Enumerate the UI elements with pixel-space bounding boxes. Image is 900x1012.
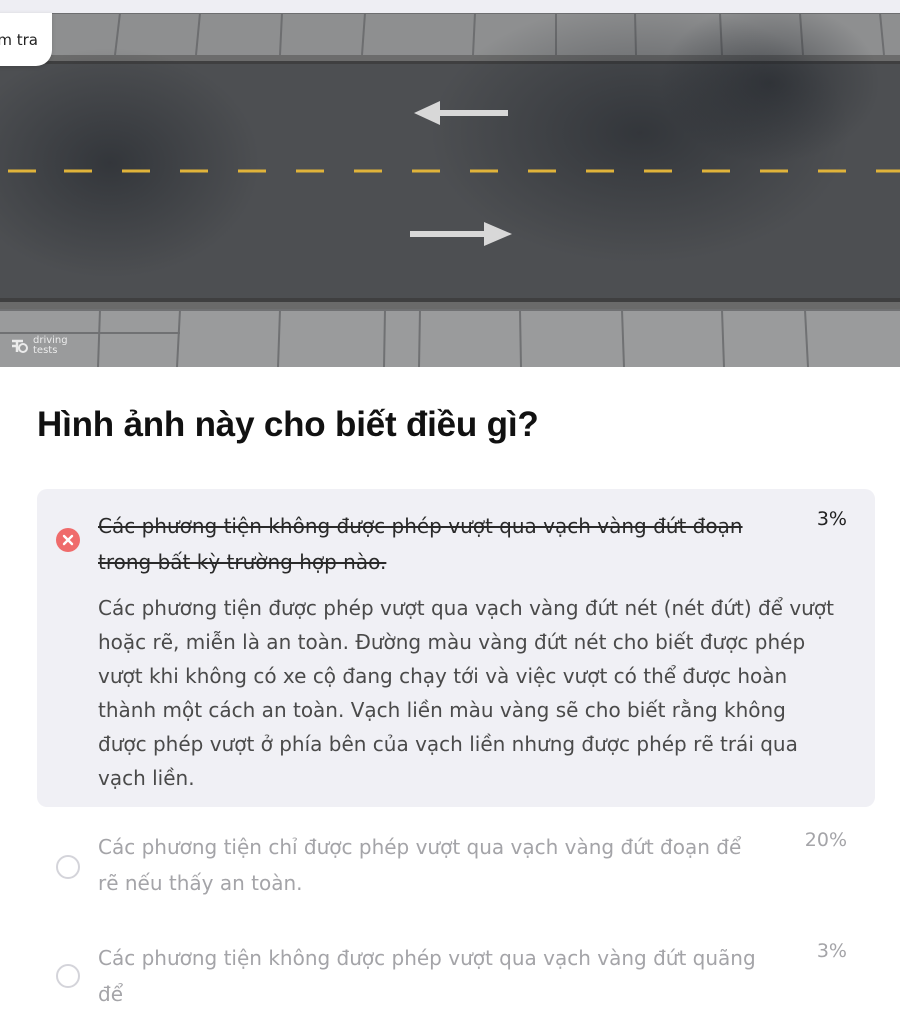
back-label: m tra	[0, 30, 38, 49]
driving-tests-logo-icon	[12, 339, 28, 353]
back-button[interactable]: m tra	[0, 13, 52, 66]
answer-option-2-text: Các phương tiện chỉ được phép vượt qua v…	[98, 835, 742, 895]
answer-option-3-percent: 3%	[816, 940, 847, 962]
answer-option-3-text: Các phương tiện không được phép vượt qua…	[98, 946, 756, 1006]
answer-option-2-percent: 20%	[804, 829, 847, 851]
top-strip	[0, 0, 900, 13]
question-image	[0, 13, 900, 367]
radio-circle-icon[interactable]	[56, 855, 80, 879]
radio-circle-icon[interactable]	[56, 964, 80, 988]
answer-explanation: Các phương tiện được phép vượt qua vạch …	[98, 596, 834, 790]
watermark: driving tests	[9, 336, 68, 356]
question-title: Hình ảnh này cho biết điều gì?	[37, 405, 539, 444]
answer-option-3[interactable]: Các phương tiện không được phép vượt qua…	[37, 940, 875, 1012]
wrong-answer-icon	[56, 528, 80, 552]
answer-option-1-text: Các phương tiện không được phép vượt qua…	[98, 514, 743, 574]
answer-option-1-percent: 3%	[816, 508, 847, 530]
watermark-line2: tests	[33, 345, 58, 356]
answer-option-2[interactable]: Các phương tiện chỉ được phép vượt qua v…	[37, 829, 875, 901]
answer-option-1[interactable]: Các phương tiện không được phép vượt qua…	[37, 489, 875, 807]
